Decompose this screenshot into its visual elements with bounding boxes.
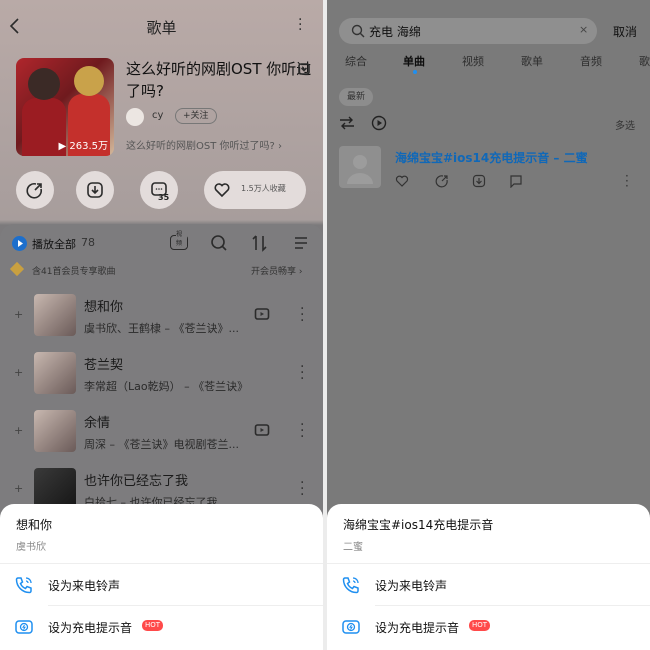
- sort-icon[interactable]: [252, 234, 268, 252]
- set-charge-sound-option[interactable]: 设为充电提示音 HOT: [0, 606, 323, 648]
- phone-icon: [342, 577, 359, 594]
- tab-more[interactable]: 歌: [639, 53, 650, 69]
- charge-sound-label: 设为充电提示音: [48, 621, 133, 635]
- comment-count: 35: [158, 193, 170, 202]
- share-button[interactable]: [16, 171, 54, 209]
- add-icon[interactable]: +: [14, 366, 23, 379]
- search-input[interactable]: 充电 海绵 ×: [339, 18, 597, 44]
- sheet-title: 想和你: [16, 518, 53, 532]
- play-all-icon[interactable]: [12, 236, 27, 251]
- sheet-title: 海绵宝宝#ios14充电提示音: [343, 518, 494, 532]
- share-icon: [26, 182, 43, 199]
- add-icon[interactable]: +: [14, 482, 23, 495]
- playlist-desc[interactable]: 这么好听的网剧OST 你听过了吗? ›: [126, 137, 306, 152]
- set-charge-sound-option[interactable]: 设为充电提示音 HOT: [327, 606, 650, 648]
- avatar[interactable]: [126, 108, 144, 126]
- song-name: 苍兰契: [84, 358, 124, 373]
- sheet-subtitle: 虞书欣: [16, 542, 46, 553]
- action-sheet: 想和你 虞书欣 设为来电铃声 设为充电提示音 HOT: [0, 504, 323, 650]
- download-button[interactable]: [76, 171, 114, 209]
- creator-name[interactable]: cy: [152, 110, 163, 121]
- right-screen: 充电 海绵 × 取消 综合 单曲 视频 歌单 音频 歌 最新 多选 海绵宝宝#i…: [327, 0, 650, 650]
- list-menu-icon[interactable]: [293, 235, 309, 251]
- tab-songs[interactable]: 单曲: [403, 53, 425, 69]
- charge-sound-label: 设为充电提示音: [375, 621, 460, 635]
- set-ringtone-option[interactable]: 设为来电铃声: [0, 564, 323, 606]
- download-icon: [87, 182, 103, 198]
- more-icon[interactable]: · · ·: [300, 302, 304, 328]
- hot-badge: HOT: [142, 620, 164, 631]
- ringtone-label: 设为来电铃声: [375, 579, 448, 593]
- song-subtitle: 虞书欣、王鹤棣 – 《苍兰诀》...: [84, 322, 239, 335]
- add-icon[interactable]: +: [14, 308, 23, 321]
- song-list: 播放全部 78 视频 含41首会员专享歌曲 开会员畅享 › + 想和你 虞书欣、…: [0, 224, 323, 524]
- tab-playlists[interactable]: 歌单: [521, 53, 543, 69]
- song-name: 想和你: [84, 300, 124, 315]
- song-subtitle: 周深 – 《苍兰诀》电视剧苍兰...: [84, 438, 239, 451]
- tab-all[interactable]: 综合: [345, 53, 367, 69]
- tab-audio[interactable]: 音频: [580, 53, 602, 69]
- play-icon[interactable]: [371, 115, 387, 131]
- list-item[interactable]: + 余情 周深 – 《苍兰诀》电视剧苍兰... · · ·: [0, 410, 323, 468]
- vip-icon: [9, 261, 25, 277]
- song-thumbnail: [34, 410, 76, 452]
- vip-note: 含41首会员专享歌曲: [32, 267, 116, 277]
- play-count: ▶ 263.5万: [58, 141, 108, 152]
- fav-count: 1.5万人收藏: [241, 184, 286, 193]
- active-tab-indicator: [413, 70, 417, 74]
- add-icon[interactable]: +: [14, 424, 23, 437]
- list-item[interactable]: + 苍兰契 李常超（Lao乾妈） – 《苍兰诀》电视... ···: [0, 352, 323, 410]
- charging-icon: [15, 620, 33, 634]
- mv-icon[interactable]: [254, 422, 270, 436]
- share-icon[interactable]: [435, 174, 449, 188]
- search-icon: [351, 24, 365, 38]
- song-count: 78: [81, 236, 95, 249]
- more-icon[interactable]: · · ·: [300, 418, 304, 444]
- vip-link[interactable]: 开会员畅享 ›: [251, 264, 302, 277]
- search-icon[interactable]: [210, 234, 228, 252]
- filter-latest[interactable]: 最新: [339, 88, 374, 106]
- action-sheet: 海绵宝宝#ios14充电提示音 二蜜 设为来电铃声 设为充电提示音 HOT: [327, 504, 650, 650]
- sheet-subtitle: 二蜜: [343, 542, 363, 553]
- cancel-button[interactable]: 取消: [613, 23, 637, 40]
- result-title: 海绵宝宝#ios14充电提示音 – 二蜜: [395, 151, 588, 165]
- song-thumbnail: [34, 352, 76, 394]
- play-all-label[interactable]: 播放全部: [32, 236, 76, 252]
- more-menu-icon[interactable]: · · ·: [298, 13, 302, 37]
- favorite-button[interactable]: 1.5万人收藏: [204, 171, 306, 209]
- expand-icon[interactable]: [298, 63, 310, 75]
- song-thumbnail: [339, 146, 381, 188]
- phone-icon: [15, 577, 32, 594]
- mv-icon[interactable]: [254, 306, 270, 320]
- clear-icon[interactable]: ×: [579, 23, 588, 36]
- charging-icon: [342, 620, 360, 634]
- shuffle-icon[interactable]: [339, 116, 355, 130]
- song-thumbnail: [34, 294, 76, 336]
- heart-icon: [214, 183, 230, 198]
- follow-button[interactable]: +关注: [175, 108, 217, 124]
- hot-badge: HOT: [469, 620, 491, 631]
- left-screen: 歌单 · · · ▶ 263.5万 这么好听的网剧OST 你听过了吗? cy +关注…: [0, 0, 323, 650]
- video-mode-icon[interactable]: 视频: [170, 229, 188, 250]
- comment-icon[interactable]: [509, 174, 523, 188]
- download-icon[interactable]: [472, 174, 486, 188]
- more-icon[interactable]: · · ·: [625, 170, 629, 192]
- tab-videos[interactable]: 视频: [462, 53, 484, 69]
- song-name: 也许你已经忘了我: [84, 474, 189, 489]
- multi-select-button[interactable]: 多选: [615, 117, 635, 132]
- more-icon[interactable]: · · ·: [300, 476, 304, 502]
- search-query: 充电 海绵: [369, 25, 421, 39]
- list-item[interactable]: + 想和你 虞书欣、王鹤棣 – 《苍兰诀》... · · ·: [0, 294, 323, 352]
- comment-button[interactable]: 35: [140, 171, 178, 209]
- heart-icon[interactable]: [395, 174, 409, 188]
- set-ringtone-option[interactable]: 设为来电铃声: [327, 564, 650, 606]
- song-subtitle: 李常超（Lao乾妈） – 《苍兰诀》电视...: [84, 380, 244, 393]
- playlist-title: 这么好听的网剧OST 你听过了吗?: [126, 60, 312, 100]
- song-name: 余情: [84, 416, 111, 431]
- playlist-cover[interactable]: ▶ 263.5万: [16, 58, 114, 156]
- page-title: 歌单: [146, 19, 177, 37]
- more-icon[interactable]: · · ·: [300, 360, 304, 386]
- ringtone-label: 设为来电铃声: [48, 579, 121, 593]
- search-result-item[interactable]: 海绵宝宝#ios14充电提示音 – 二蜜 · · ·: [327, 146, 650, 198]
